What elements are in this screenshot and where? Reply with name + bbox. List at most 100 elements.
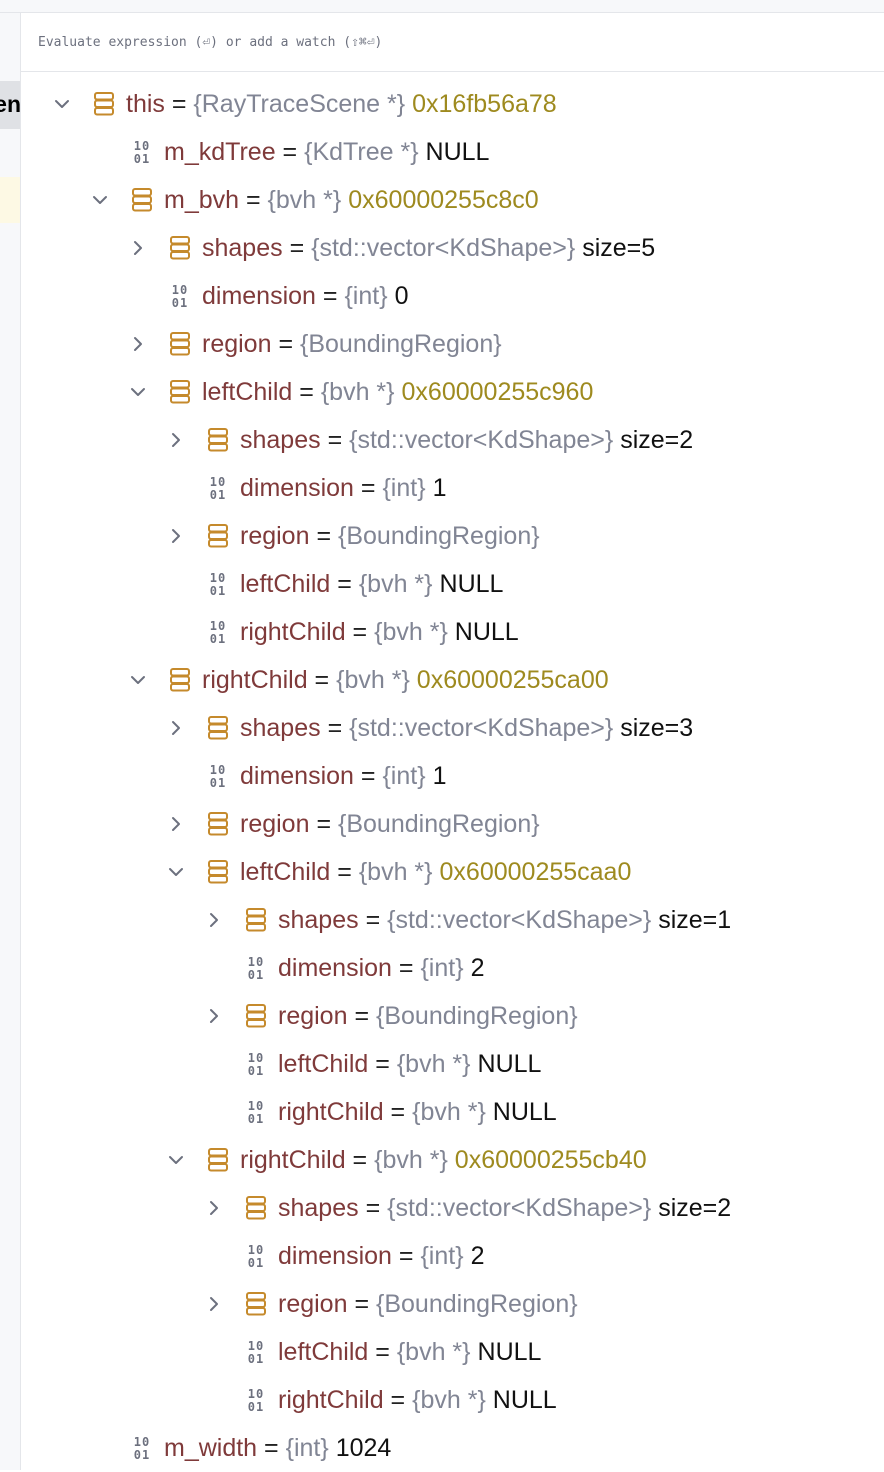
tree-row-label: m_kdTree = {KdTree *} NULL xyxy=(164,128,489,176)
equals-sign: = xyxy=(368,1050,397,1078)
tree-row-label: region = {BoundingRegion} xyxy=(278,992,578,1040)
chevron-down-icon[interactable] xyxy=(165,1149,187,1171)
chevron-right-icon[interactable] xyxy=(165,717,187,739)
chevron-right-icon[interactable] xyxy=(165,813,187,835)
variable-type: {bvh *} xyxy=(374,1146,448,1174)
tree-row-m-kdtree[interactable]: 10 01 m_kdTree = {KdTree *} NULL xyxy=(21,128,884,176)
variable-name: shapes xyxy=(202,234,283,262)
gutter-tab[interactable]: en xyxy=(0,81,20,129)
chevron-down-icon[interactable] xyxy=(127,381,149,403)
equals-sign: = xyxy=(320,714,350,742)
tree-row-label: dimension = {int} 1 xyxy=(240,752,446,800)
binary-icon: 10 01 xyxy=(167,283,193,309)
chevron-right-icon[interactable] xyxy=(203,1005,225,1027)
svg-text:10: 10 xyxy=(210,571,226,585)
equals-sign: = xyxy=(330,858,359,886)
tree-row-label: rightChild = {bvh *} NULL xyxy=(278,1376,557,1424)
tree-row-region[interactable]: region = {BoundingRegion} xyxy=(21,512,884,560)
variable-value: 0x60000255caa0 xyxy=(439,858,632,886)
tree-row-rightchild[interactable]: 10 01 rightChild = {bvh *} NULL xyxy=(21,1088,884,1136)
chevron-right-icon[interactable] xyxy=(127,333,149,355)
svg-text:01: 01 xyxy=(134,152,150,165)
svg-text:10: 10 xyxy=(248,1099,264,1113)
svg-text:01: 01 xyxy=(248,1256,264,1269)
svg-text:01: 01 xyxy=(248,968,264,981)
tree-row-dimension[interactable]: 10 01 dimension = {int} 2 xyxy=(21,1232,884,1280)
tree-row-leftchild[interactable]: 10 01 leftChild = {bvh *} NULL xyxy=(21,1328,884,1376)
variable-name: rightChild xyxy=(202,666,308,694)
equals-sign: = xyxy=(391,954,421,982)
chevron-right-icon[interactable] xyxy=(127,237,149,259)
equals-sign: = xyxy=(353,762,383,790)
tree-row-shapes[interactable]: shapes = {std::vector<KdShape>} size=3 xyxy=(21,704,884,752)
svg-text:10: 10 xyxy=(248,1339,264,1353)
tree-row-rightchild[interactable]: rightChild = {bvh *} 0x60000255cb40 xyxy=(21,1136,884,1184)
tree-row-dimension[interactable]: 10 01 dimension = {int} 1 xyxy=(21,464,884,512)
left-gutter xyxy=(0,13,21,1470)
equals-sign: = xyxy=(307,666,337,694)
chevron-down-icon[interactable] xyxy=(127,669,149,691)
equals-sign: = xyxy=(275,138,305,166)
variable-name: rightChild xyxy=(278,1386,384,1414)
tree-row-m-width[interactable]: 10 01 m_width = {int} 1024 xyxy=(21,1424,884,1472)
struct-icon xyxy=(243,907,269,933)
tree-row-label: m_width = {int} 1024 xyxy=(164,1424,391,1472)
tree-row-label: m_bvh = {bvh *} 0x60000255c8c0 xyxy=(164,176,539,224)
tree-row-dimension[interactable]: 10 01 dimension = {int} 1 xyxy=(21,752,884,800)
variable-type: {int} xyxy=(420,954,464,982)
tree-row-rightchild[interactable]: 10 01 rightChild = {bvh *} NULL xyxy=(21,608,884,656)
variable-type: {int} xyxy=(344,282,388,310)
variable-value: size=1 xyxy=(658,906,732,934)
tree-row-region[interactable]: region = {BoundingRegion} xyxy=(21,320,884,368)
chevron-right-icon[interactable] xyxy=(203,1197,225,1219)
variable-name: dimension xyxy=(278,1242,392,1270)
tree-row-m-bvh[interactable]: m_bvh = {bvh *} 0x60000255c8c0 xyxy=(21,176,884,224)
variable-value: NULL xyxy=(439,570,504,598)
variable-name: leftChild xyxy=(240,858,331,886)
variable-type: {BoundingRegion} xyxy=(376,1002,578,1030)
tree-row-shapes[interactable]: shapes = {std::vector<KdShape>} size=2 xyxy=(21,1184,884,1232)
variable-name: leftChild xyxy=(278,1338,369,1366)
variable-type: {std::vector<KdShape>} xyxy=(349,714,614,742)
equals-sign: = xyxy=(383,1098,413,1126)
tree-row-label: rightChild = {bvh *} NULL xyxy=(278,1088,557,1136)
tree-row-shapes[interactable]: shapes = {std::vector<KdShape>} size=1 xyxy=(21,896,884,944)
chevron-right-icon[interactable] xyxy=(203,1293,225,1315)
svg-text:10: 10 xyxy=(210,475,226,489)
tree-row-leftchild[interactable]: leftChild = {bvh *} 0x60000255caa0 xyxy=(21,848,884,896)
tree-row-leftchild[interactable]: 10 01 leftChild = {bvh *} NULL xyxy=(21,560,884,608)
equals-sign: = xyxy=(282,234,312,262)
variable-value: 1 xyxy=(432,762,447,790)
chevron-right-icon[interactable] xyxy=(165,525,187,547)
chevron-right-icon[interactable] xyxy=(203,909,225,931)
variables-tree: this = {RayTraceScene *} 0x16fb56a78 10 01 m… xyxy=(21,72,884,1470)
tree-row-region[interactable]: region = {BoundingRegion} xyxy=(21,1280,884,1328)
struct-icon xyxy=(205,427,231,453)
variable-value: NULL xyxy=(477,1338,542,1366)
tree-row-region[interactable]: region = {BoundingRegion} xyxy=(21,800,884,848)
equals-sign: = xyxy=(239,186,268,214)
chevron-right-icon[interactable] xyxy=(165,429,187,451)
variable-type: {KdTree *} xyxy=(304,138,419,166)
tree-row-region[interactable]: region = {BoundingRegion} xyxy=(21,992,884,1040)
tree-row-label: rightChild = {bvh *} 0x60000255cb40 xyxy=(240,1136,647,1184)
tree-row-rightchild[interactable]: 10 01 rightChild = {bvh *} NULL xyxy=(21,1376,884,1424)
variable-name: rightChild xyxy=(240,618,346,646)
evaluate-expression-input[interactable] xyxy=(21,13,884,71)
variable-value: size=5 xyxy=(582,234,656,262)
chevron-down-icon[interactable] xyxy=(165,861,187,883)
variable-value: NULL xyxy=(492,1386,557,1414)
chevron-down-icon[interactable] xyxy=(51,93,73,115)
tree-row-this[interactable]: this = {RayTraceScene *} 0x16fb56a78 xyxy=(21,80,884,128)
tree-row-dimension[interactable]: 10 01 dimension = {int} 0 xyxy=(21,272,884,320)
chevron-down-icon[interactable] xyxy=(89,189,111,211)
tree-row-rightchild[interactable]: rightChild = {bvh *} 0x60000255ca00 xyxy=(21,656,884,704)
tree-row-dimension[interactable]: 10 01 dimension = {int} 2 xyxy=(21,944,884,992)
variable-type: {std::vector<KdShape>} xyxy=(387,1194,652,1222)
binary-icon: 10 01 xyxy=(243,1051,269,1077)
tree-row-shapes[interactable]: shapes = {std::vector<KdShape>} size=5 xyxy=(21,224,884,272)
tree-row-shapes[interactable]: shapes = {std::vector<KdShape>} size=2 xyxy=(21,416,884,464)
tree-row-leftchild[interactable]: leftChild = {bvh *} 0x60000255c960 xyxy=(21,368,884,416)
tree-row-leftchild[interactable]: 10 01 leftChild = {bvh *} NULL xyxy=(21,1040,884,1088)
gutter-tab-label: en xyxy=(0,91,20,117)
